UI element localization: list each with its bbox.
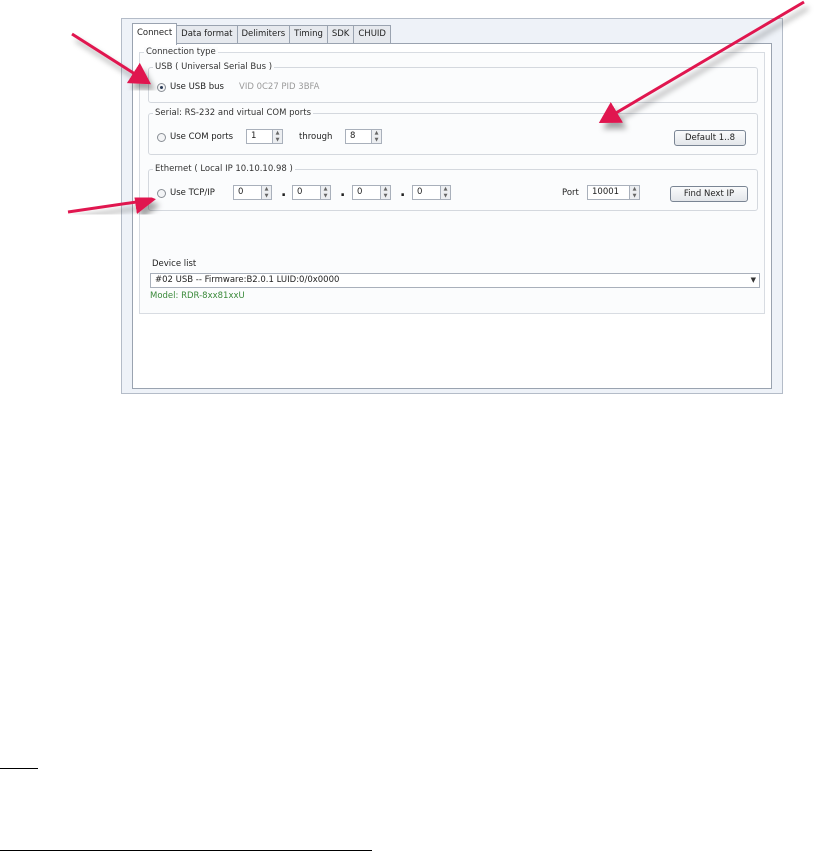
arrow-to-tcpip-radio [67, 190, 156, 215]
tab-connect[interactable]: Connect [132, 23, 178, 45]
footnote-rule-long [0, 850, 372, 851]
annotation-arrows [67, 0, 805, 215]
arrow-to-serial-group [598, 0, 805, 124]
footnote-rule-short [0, 768, 38, 769]
